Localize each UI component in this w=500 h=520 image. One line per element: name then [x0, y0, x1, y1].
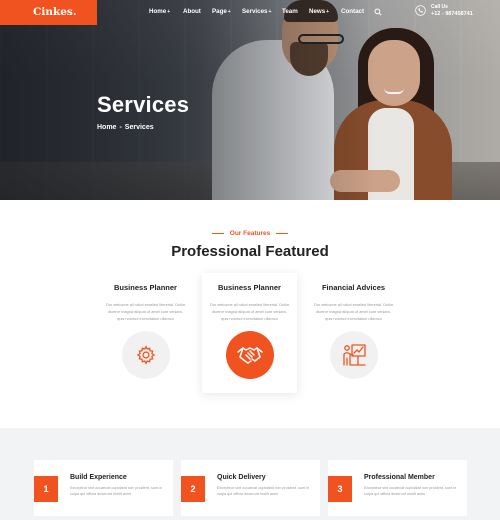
- section-title: Professional Featured: [171, 243, 329, 260]
- stat-title: Professional Member: [364, 474, 435, 481]
- stat-number: 2: [181, 476, 205, 502]
- nav-item-team[interactable]: Team: [282, 8, 298, 15]
- nav-label: News: [309, 8, 326, 15]
- stat-card: 2 Quick Delivery Excepteur sint occaecat…: [181, 460, 320, 516]
- nav-item-page[interactable]: Page+: [212, 8, 231, 15]
- nav-label: Services: [242, 8, 268, 15]
- nav-item-about[interactable]: About: [183, 8, 201, 15]
- call-label: Call Us: [431, 4, 448, 10]
- stat-title: Build Experience: [70, 474, 127, 481]
- breadcrumb: Home - Services: [97, 124, 154, 131]
- stat-title: Quick Delivery: [217, 474, 266, 481]
- stat-card: 3 Professional Member Excepteur sint occ…: [328, 460, 467, 516]
- section-eyebrow: Our Features: [0, 230, 500, 237]
- nav-item-home[interactable]: Home+: [149, 8, 170, 15]
- stat-desc: Excepteur sint occaecat cupidatat non pr…: [217, 486, 310, 496]
- presentation-icon: [343, 344, 366, 366]
- nav-label: Contact: [341, 8, 365, 15]
- nav-item-news[interactable]: News+: [309, 8, 329, 15]
- hero-banner: Services Home - Services: [0, 0, 500, 200]
- nav-label: Team: [282, 8, 298, 15]
- eyebrow-line-left: [211, 233, 224, 234]
- eyebrow-text: Our Features: [229, 230, 271, 237]
- nav-caret: +: [268, 9, 272, 15]
- nav-label: About: [183, 8, 201, 15]
- stat-card: 1 Build Experience Excepteur sint occaec…: [34, 460, 173, 516]
- main-nav: Home+ About Page+ Services+ Team News+ C…: [0, 0, 500, 25]
- eyebrow-line-right: [276, 233, 289, 234]
- feature-card-title: Financial Advices: [321, 283, 386, 292]
- breadcrumb-current: Services: [124, 124, 154, 131]
- nav-label: Page: [212, 8, 227, 15]
- stat-desc: Excepteur sint occaecat cupidatat non pr…: [70, 486, 163, 496]
- hero-overlay: [0, 0, 500, 200]
- gear-icon: [136, 345, 156, 365]
- stat-desc: Excepteur sint occaecat cupidatat non pr…: [364, 486, 457, 496]
- breadcrumb-home-link[interactable]: Home: [97, 124, 116, 131]
- phone-icon: [415, 5, 426, 16]
- breadcrumb-separator: -: [119, 124, 122, 131]
- feature-card-desc: Our welcome all robot emailed litererial…: [209, 302, 290, 321]
- feature-card-title: Business Planner: [218, 283, 281, 292]
- feature-card-title: Business Planner: [114, 283, 177, 292]
- feature-card[interactable]: Financial Advices Our welcome all robot …: [306, 273, 401, 393]
- nav-label: Home: [149, 8, 167, 15]
- nav-caret: +: [227, 9, 231, 15]
- feature-icon-circle: [226, 331, 274, 379]
- stat-number: 1: [34, 476, 58, 502]
- feature-card-active[interactable]: Business Planner Our welcome all robot e…: [202, 273, 297, 393]
- feature-card[interactable]: Business Planner Our welcome all robot e…: [98, 273, 193, 393]
- stat-number: 3: [328, 476, 352, 502]
- nav-caret: +: [326, 9, 330, 15]
- nav-item-contact[interactable]: Contact: [341, 8, 364, 15]
- nav-item-services[interactable]: Services+: [242, 8, 271, 15]
- feature-icon-circle: [330, 331, 378, 379]
- nav-caret: +: [167, 9, 171, 15]
- call-number[interactable]: +12 - 987458741: [431, 11, 473, 17]
- search-icon[interactable]: [374, 8, 382, 16]
- feature-card-desc: Our welcome all robot emailed litererial…: [313, 302, 394, 321]
- handshake-icon: [237, 347, 263, 364]
- feature-icon-circle: [122, 331, 170, 379]
- page-title: Services: [97, 92, 190, 117]
- feature-card-desc: Our welcome all robot emailed litererial…: [105, 302, 186, 321]
